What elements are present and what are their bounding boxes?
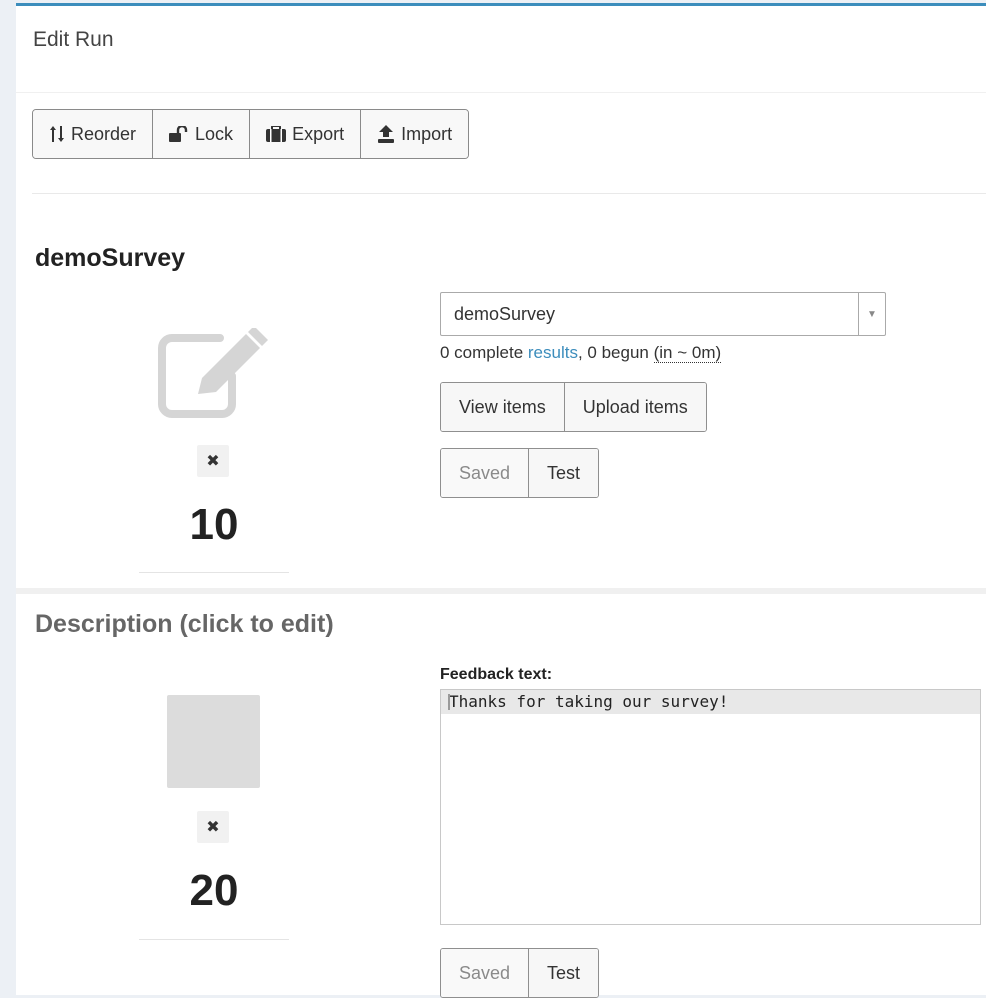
unit-title-survey[interactable]: demoSurvey — [35, 244, 185, 273]
results-link[interactable]: results — [528, 343, 578, 362]
feedback-text-line[interactable]: Thanks for taking our survey! — [441, 690, 980, 714]
unit-title-description[interactable]: Description (click to edit) — [35, 610, 334, 639]
complete-count: 0 complete — [440, 343, 528, 362]
header-divider — [16, 92, 986, 93]
upload-items-button[interactable]: Upload items — [564, 383, 706, 431]
lock-label: Lock — [195, 123, 234, 144]
upload-icon — [377, 125, 395, 143]
test-button[interactable]: Test — [529, 449, 599, 497]
unlock-icon — [169, 126, 189, 142]
remove-unit-button[interactable]: ✖ — [197, 811, 229, 843]
survey-select-value: demoSurvey — [454, 304, 556, 324]
panel-title: Edit Run — [33, 28, 114, 51]
saved-button[interactable]: Saved — [441, 949, 530, 997]
edit-run-panel: Edit Run Reorder Lock Export Import demo… — [16, 3, 986, 998]
lock-button[interactable]: Lock — [153, 110, 251, 158]
saved-button[interactable]: Saved — [441, 449, 530, 497]
item-actions: View items Upload items — [440, 382, 707, 432]
import-label: Import — [401, 123, 453, 144]
feedback-text-editor[interactable]: Thanks for taking our survey! — [440, 689, 981, 925]
duration-estimate: (in ~ 0m) — [653, 343, 722, 363]
edit-icon — [158, 326, 270, 423]
results-summary: 0 complete results, 0 begun (in ~ 0m) — [440, 343, 722, 363]
toolbar-divider — [32, 193, 986, 194]
reorder-label: Reorder — [71, 123, 137, 144]
position-underline — [139, 572, 289, 573]
survey-select[interactable]: demoSurvey ▼ — [440, 292, 886, 336]
feedback-label: Feedback text: — [440, 666, 553, 683]
view-items-button[interactable]: View items — [441, 383, 565, 431]
export-button[interactable]: Export — [250, 110, 362, 158]
save-test-group: Saved Test — [440, 948, 600, 998]
unit-position[interactable]: 10 — [139, 500, 289, 550]
position-underline — [139, 939, 289, 940]
select-arrow-icon: ▼ — [858, 293, 885, 335]
unit-placeholder-icon — [167, 695, 260, 788]
run-toolbar: Reorder Lock Export Import — [32, 109, 470, 159]
unit-position[interactable]: 20 — [139, 866, 289, 916]
remove-unit-button[interactable]: ✖ — [197, 445, 229, 477]
unit-divider — [16, 588, 986, 594]
text-cursor — [448, 694, 450, 710]
import-button[interactable]: Import — [361, 110, 469, 158]
save-test-group: Saved Test — [440, 448, 600, 498]
begun-count: , 0 begun — [577, 343, 654, 362]
briefcase-icon — [266, 126, 287, 142]
reorder-button[interactable]: Reorder — [33, 110, 154, 158]
test-button[interactable]: Test — [529, 949, 599, 997]
export-label: Export — [292, 123, 345, 144]
sort-arrows-icon — [49, 125, 65, 143]
